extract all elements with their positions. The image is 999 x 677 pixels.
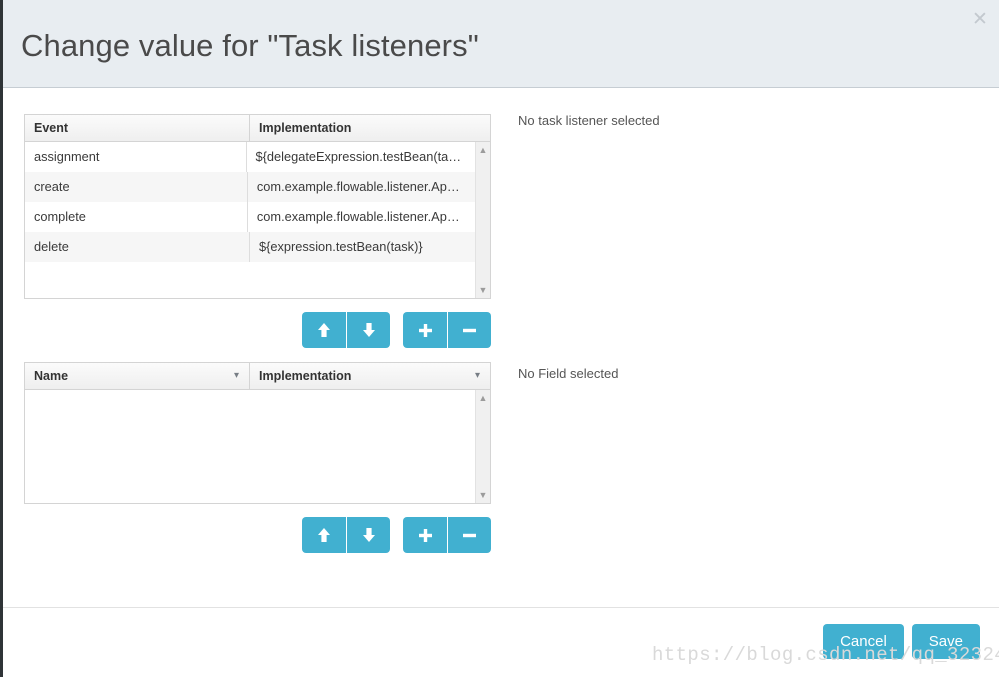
move-up-button[interactable] [302, 517, 346, 553]
task-listener-action-buttons [24, 312, 491, 348]
change-value-dialog: Change value for "Task listeners" ✕ Even… [0, 0, 999, 677]
scroll-up-arrow-icon[interactable]: ▲ [476, 391, 490, 405]
dialog-body: Event Implementation assignment ${delega… [3, 88, 999, 607]
chevron-down-icon[interactable]: ▾ [475, 363, 480, 389]
task-listener-addremove-group [403, 312, 491, 348]
move-up-button[interactable] [302, 312, 346, 348]
task-listener-move-group [302, 312, 390, 348]
fields-scrollbar[interactable]: ▲ ▼ [475, 390, 490, 503]
scroll-down-arrow-icon[interactable]: ▼ [476, 488, 490, 502]
move-down-button[interactable] [346, 312, 390, 348]
table-row[interactable]: assignment ${delegateExpression.testBean… [25, 142, 475, 172]
move-down-button[interactable] [346, 517, 390, 553]
task-listeners-grid-bodywrap: assignment ${delegateExpression.testBean… [25, 142, 490, 298]
arrow-up-icon [317, 527, 331, 543]
dialog-footer: Cancel Save [3, 607, 999, 677]
task-listeners-scrollbar[interactable]: ▲ ▼ [475, 142, 490, 298]
field-addremove-group [403, 517, 491, 553]
left-panel: Event Implementation assignment ${delega… [24, 114, 491, 553]
table-row[interactable]: delete ${expression.testBean(task)} [25, 232, 475, 262]
scroll-up-arrow-icon[interactable]: ▲ [476, 143, 490, 157]
table-empty-filler [25, 390, 475, 503]
cell-event: complete [25, 202, 248, 232]
fields-grid-body [25, 390, 475, 503]
add-button[interactable] [403, 517, 447, 553]
task-listeners-grid[interactable]: Event Implementation assignment ${delega… [24, 114, 491, 299]
remove-button[interactable] [447, 517, 491, 553]
fields-grid-header: Name ▾ Implementation ▾ [25, 363, 490, 390]
field-move-group [302, 517, 390, 553]
add-button[interactable] [403, 312, 447, 348]
cell-event: create [25, 172, 248, 202]
column-header-implementation[interactable]: Implementation ▾ [250, 363, 490, 389]
field-action-buttons [24, 517, 491, 553]
column-header-name-label: Name [34, 369, 68, 383]
cell-implementation: ${expression.testBean(task)} [250, 232, 475, 262]
cell-event: assignment [25, 142, 247, 172]
table-empty-filler [25, 262, 475, 298]
fields-grid-bodywrap: ▲ ▼ [25, 390, 490, 503]
fields-grid[interactable]: Name ▾ Implementation ▾ ▲ ▼ [24, 362, 491, 504]
arrow-down-icon [362, 322, 376, 338]
cell-implementation: com.example.flowable.listener.Appr... [248, 202, 475, 232]
remove-button[interactable] [447, 312, 491, 348]
dialog-header: Change value for "Task listeners" ✕ [3, 0, 999, 88]
column-header-implementation[interactable]: Implementation [250, 115, 490, 141]
task-listeners-grid-body: assignment ${delegateExpression.testBean… [25, 142, 475, 298]
chevron-down-icon[interactable]: ▾ [234, 363, 239, 389]
column-header-event[interactable]: Event [25, 115, 250, 141]
field-empty-message: No Field selected [518, 366, 618, 381]
watermark: https://blog.csdn.net/qq_32324259 [652, 644, 999, 666]
page-title: Change value for "Task listeners" [21, 28, 479, 64]
column-header-name[interactable]: Name ▾ [25, 363, 250, 389]
cell-event: delete [25, 232, 250, 262]
arrow-down-icon [362, 527, 376, 543]
scroll-down-arrow-icon[interactable]: ▼ [476, 283, 490, 297]
close-icon[interactable]: ✕ [969, 9, 991, 31]
cell-implementation: com.example.flowable.listener.Appr... [248, 172, 475, 202]
table-row[interactable]: complete com.example.flowable.listener.A… [25, 202, 475, 232]
task-listener-empty-message: No task listener selected [518, 113, 660, 128]
task-listeners-grid-header: Event Implementation [25, 115, 490, 142]
table-row[interactable]: create com.example.flowable.listener.App… [25, 172, 475, 202]
plus-icon [418, 528, 433, 543]
arrow-up-icon [317, 322, 331, 338]
minus-icon [462, 528, 477, 543]
minus-icon [462, 323, 477, 338]
plus-icon [418, 323, 433, 338]
cell-implementation: ${delegateExpression.testBean(task)} [247, 142, 476, 172]
column-header-implementation-label: Implementation [259, 369, 351, 383]
